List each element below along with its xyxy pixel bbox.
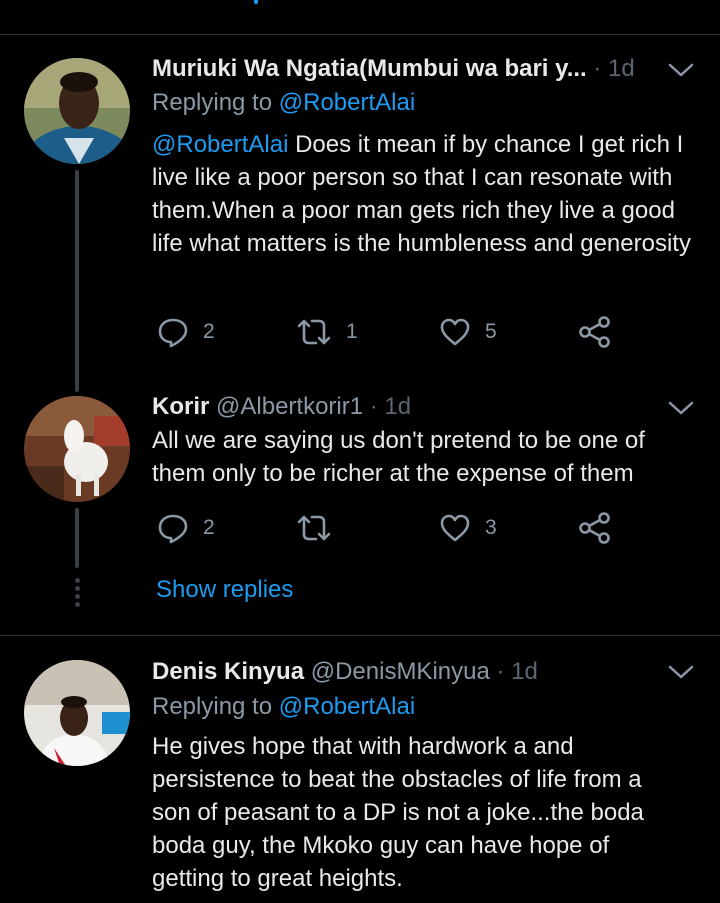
avatar[interactable] [24,396,130,502]
divider [0,34,720,35]
avatar-image [24,660,130,766]
replying-to-handle[interactable]: @RobertAlai [279,693,415,720]
display-name[interactable]: Denis Kinyua [152,658,304,685]
replying-to-handle[interactable]: @RobertAlai [279,89,415,116]
retweet-button[interactable] [296,512,346,544]
tweet-text: @RobertAlai Does it mean if by chance I … [152,128,697,260]
like-count: 5 [485,320,497,343]
time-separator: · [489,658,512,685]
share-icon [579,512,610,544]
tweet-text: All we are saying us don't pretend to be… [152,427,645,487]
share-button[interactable] [578,316,612,348]
retweet-button[interactable]: 1 [296,316,358,348]
chevron-down-icon[interactable] [667,662,695,682]
timestamp[interactable]: 1d [384,393,411,420]
mention-link[interactable]: @RobertAlai [152,131,288,158]
replying-to: Replying to @RobertAlai [152,88,415,118]
divider [0,635,720,636]
replying-to-label: Replying to [152,693,279,720]
display-name[interactable]: Muriuki Wa Ngatia(Mumbui wa bari y... [152,55,587,82]
avatar-image [24,58,130,164]
tweet-header: Muriuki Wa Ngatia(Mumbui wa bari y... · … [152,54,635,84]
reply-count: 2 [203,516,215,539]
time-separator: · [586,55,609,82]
chevron-down-icon[interactable] [667,398,695,418]
reply-button[interactable]: 2 [157,512,215,544]
user-handle[interactable]: @Albertkorir1 [209,393,363,420]
like-icon [440,318,470,346]
retweet-icon [297,515,331,541]
tweet-header: Denis Kinyua @DenisMKinyua · 1d [152,657,538,687]
share-icon [579,316,610,348]
chevron-down-icon[interactable] [667,60,695,80]
timestamp[interactable]: 1d [608,55,635,82]
thread-line [75,508,79,568]
avatar-image [24,396,130,502]
remnant-mark [254,0,258,4]
reply-icon [158,318,188,348]
thread-line [75,170,79,392]
like-count: 3 [485,516,497,539]
tweet-text: He gives hope that with hardwork a and p… [152,733,644,892]
like-button[interactable]: 3 [439,512,497,544]
show-replies-link[interactable]: Show replies [156,576,293,604]
timestamp[interactable]: 1d [511,658,538,685]
replying-to-label: Replying to [152,89,279,116]
share-button[interactable] [578,512,612,544]
reply-icon [158,514,188,544]
user-handle[interactable]: @DenisMKinyua [304,658,490,685]
retweet-icon [297,319,331,345]
reply-button[interactable]: 2 [157,316,215,348]
display-name[interactable]: Korir [152,393,209,420]
time-separator: · [363,393,385,420]
more-replies-dots [75,578,80,607]
replying-to: Replying to @RobertAlai [152,692,415,722]
reply-count: 2 [203,320,215,343]
retweet-count: 1 [346,320,358,343]
avatar[interactable] [24,58,130,164]
avatar[interactable] [24,660,130,766]
previous-tweet-remnant [0,0,720,34]
like-button[interactable]: 5 [439,316,497,348]
tweet-header: Korir @Albertkorir1 · 1d [152,392,411,422]
like-icon [440,514,470,542]
